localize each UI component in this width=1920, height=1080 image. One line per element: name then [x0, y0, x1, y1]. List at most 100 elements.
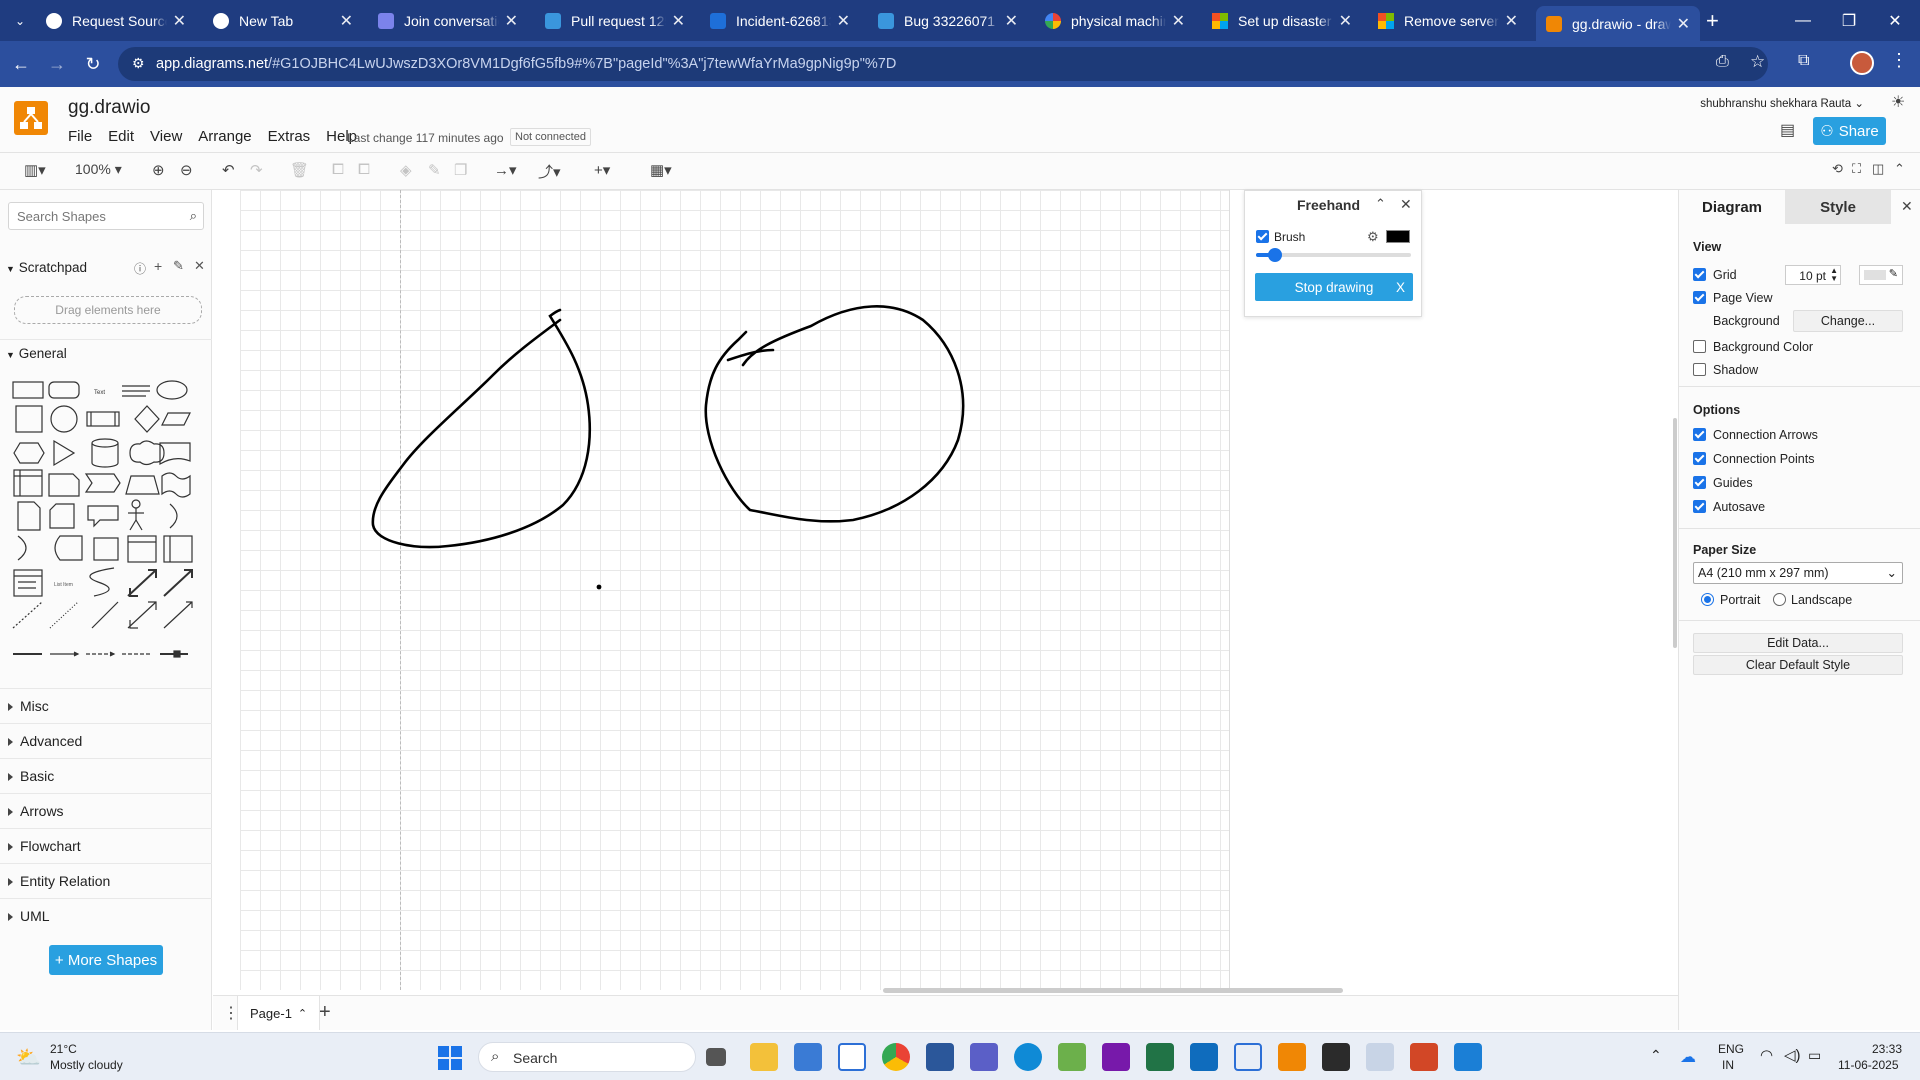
drawio-app-icon[interactable] [1278, 1043, 1306, 1071]
brush-checkbox[interactable] [1256, 230, 1269, 243]
section-flowchart[interactable]: Flowchart [0, 828, 212, 863]
back-button[interactable]: ← [6, 49, 36, 79]
grid-color-button[interactable]: ✎ [1859, 265, 1903, 285]
clock-date[interactable]: 11-06-2025 [1838, 1058, 1899, 1072]
scratchpad-header[interactable]: ▼ Scratchpad ⓘ + ✎ ✕ [0, 254, 212, 282]
reload-button[interactable]: ↻ [78, 49, 108, 79]
tray-chevron-icon[interactable]: ⌃ [1650, 1047, 1662, 1064]
add-page-icon[interactable]: + [319, 1001, 331, 1024]
notepad-icon[interactable] [1058, 1043, 1086, 1071]
excel-icon[interactable] [1146, 1043, 1174, 1071]
browser-tab[interactable]: Join conversation ✕ [368, 4, 528, 37]
zoom-out-icon[interactable]: ⊖ [180, 161, 193, 179]
site-info-icon[interactable]: ⚙ [132, 55, 145, 72]
scratchpad-add-icon[interactable]: + [154, 258, 162, 274]
close-tab-icon[interactable]: ✕ [505, 11, 518, 31]
close-tab-icon[interactable]: ✕ [1172, 11, 1185, 31]
volume-icon[interactable]: ◁) [1784, 1046, 1801, 1064]
freehand-stroke-teardrop[interactable] [371, 308, 591, 549]
change-background-button[interactable]: Change... [1793, 310, 1903, 332]
connection-arrows-checkbox[interactable] [1693, 428, 1706, 441]
forward-button[interactable]: → [42, 49, 72, 79]
close-tab-icon[interactable]: ✕ [1339, 11, 1352, 31]
search-shapes-input[interactable]: Search Shapes ⌕ [8, 202, 204, 230]
section-basic[interactable]: Basic [0, 758, 212, 793]
undo-icon[interactable]: ↶ [222, 161, 235, 179]
extensions-icon[interactable]: ⧉ [1798, 52, 1809, 70]
close-tab-icon[interactable]: ✕ [837, 11, 850, 31]
portrait-radio[interactable] [1701, 593, 1714, 606]
zoom-in-icon[interactable]: ⊕ [152, 161, 165, 179]
brush-size-slider[interactable] [1256, 248, 1411, 262]
weather-desc[interactable]: Mostly cloudy [50, 1058, 123, 1072]
menu-arrange[interactable]: Arrange [198, 128, 251, 145]
weather-temp[interactable]: 21°C [50, 1042, 77, 1056]
close-tab-icon[interactable]: ✕ [173, 11, 186, 31]
background-color-checkbox[interactable] [1693, 340, 1706, 353]
document-name[interactable]: gg.drawio [68, 97, 150, 119]
connection-icon[interactable]: →▾ [494, 161, 517, 179]
url-field[interactable]: ⚙ app.diagrams.net/#G1OJBHC4LwUJwszD3XOr… [118, 47, 1768, 81]
freehand-drawing-layer[interactable] [213, 190, 1213, 995]
edge-icon[interactable] [1014, 1043, 1042, 1071]
clear-default-style-button[interactable]: Clear Default Style [1693, 655, 1903, 675]
section-misc[interactable]: Misc [0, 688, 212, 723]
theme-icon[interactable]: ☀ [1891, 92, 1905, 112]
close-tab-icon[interactable]: ✕ [1505, 11, 1518, 31]
waypoints-icon[interactable]: ⤴▾ [538, 161, 561, 182]
landscape-radio[interactable] [1773, 593, 1786, 606]
browser-tab[interactable]: Pull request 1257 ✕ [535, 4, 695, 37]
menu-edit[interactable]: Edit [108, 128, 134, 145]
grid-size-input[interactable]: 10 pt ▲ ▼ [1785, 265, 1841, 285]
last-change-text[interactable]: Last change 117 minutes ago [347, 131, 504, 145]
word-icon[interactable] [926, 1043, 954, 1071]
table-icon[interactable]: ▦▾ [650, 161, 672, 179]
insert-icon[interactable]: +▾ [594, 161, 610, 179]
stop-drawing-x[interactable]: X [1396, 280, 1405, 295]
minimize-button[interactable]: — [1780, 0, 1826, 41]
fill-color-icon[interactable]: ◈ [400, 161, 412, 179]
chevron-up-icon[interactable]: ⌃ [298, 1007, 307, 1020]
redo-icon[interactable]: ↷ [250, 161, 263, 179]
browser-tab[interactable]: gg.drawio - draw ✕ [1536, 6, 1700, 41]
new-tab-button[interactable]: + [1706, 8, 1719, 34]
battery-icon[interactable]: ▭ [1808, 1047, 1821, 1064]
section-advanced[interactable]: Advanced [0, 723, 212, 758]
chrome-icon[interactable] [882, 1043, 910, 1071]
format-panel-toggle-icon[interactable]: ▥▾ [24, 161, 46, 179]
wifi-icon[interactable]: ◠ [1760, 1046, 1773, 1064]
scratchpad-dropzone[interactable]: Drag elements here [14, 296, 202, 324]
fullscreen-icon[interactable]: ⛶ [1852, 161, 1861, 177]
format-panel-close-icon[interactable]: ✕ [1901, 198, 1913, 215]
teams-icon[interactable] [970, 1043, 998, 1071]
onedrive-icon[interactable]: ☁ [1680, 1047, 1696, 1067]
browser-tab[interactable]: Remove servers a ✕ [1368, 4, 1528, 37]
section-uml[interactable]: UML [0, 898, 212, 933]
paper-size-select[interactable]: A4 (210 mm x 297 mm) ⌄ [1693, 562, 1903, 584]
grid-checkbox[interactable] [1693, 268, 1706, 281]
terminal-icon[interactable] [1322, 1043, 1350, 1071]
taskbar-search[interactable]: ⌕ Search [478, 1042, 696, 1072]
menu-extras[interactable]: Extras [268, 128, 311, 145]
chrome-menu-icon[interactable]: ⋮ [1890, 50, 1908, 71]
to-front-icon[interactable]: ⧠ [332, 161, 344, 178]
close-window-button[interactable]: ✕ [1872, 0, 1918, 41]
comments-icon[interactable]: ▤ [1780, 120, 1795, 140]
line-color-icon[interactable]: ✎ [428, 161, 441, 179]
language-1[interactable]: ENG [1718, 1042, 1744, 1056]
section-arrows[interactable]: Arrows [0, 793, 212, 828]
browser-tab[interactable]: physical machine ✕ [1035, 4, 1195, 37]
delete-icon[interactable]: 🗑 [290, 161, 309, 179]
brush-settings-icon[interactable]: ⚙ [1367, 229, 1379, 245]
collapse-icon[interactable]: ⌃ [1894, 161, 1905, 177]
restore-button[interactable]: ❐ [1826, 0, 1872, 41]
autosave-checkbox[interactable] [1693, 500, 1706, 513]
powerpoint-icon[interactable] [1410, 1043, 1438, 1071]
menu-view[interactable]: View [150, 128, 182, 145]
freehand-dot[interactable] [596, 584, 602, 590]
snipping-tool-icon[interactable] [1234, 1043, 1262, 1071]
guides-checkbox[interactable] [1693, 476, 1706, 489]
onenote-icon[interactable] [1102, 1043, 1130, 1071]
start-button[interactable] [438, 1046, 462, 1070]
brush-color-swatch[interactable] [1386, 230, 1410, 243]
